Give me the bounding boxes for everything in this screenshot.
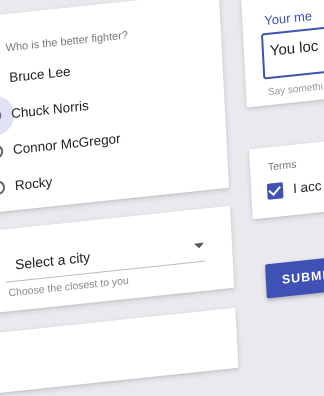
radio-label: Chuck Norris [10,97,90,122]
radio-circle-icon[interactable] [0,143,4,160]
check-icon [268,182,281,197]
submit-button[interactable]: SUBMIT [265,253,324,299]
radio-option-bruce-lee[interactable]: Bruce Lee [0,64,71,88]
bottom-card [0,307,239,394]
terms-label: Terms [267,158,297,174]
terms-text: I acc [292,178,322,197]
message-input-value: You loc [269,37,319,60]
radio-circle-icon[interactable] [0,107,2,124]
radio-option-rocky[interactable]: Rocky [0,174,53,196]
city-select[interactable]: Select a city [4,232,205,283]
radio-label: Bruce Lee [8,63,71,86]
radio-option-chuck-norris[interactable]: Chuck Norris [0,98,89,124]
submit-label: SUBMIT [281,267,324,287]
select-card: Select a city Choose the closest to you [0,205,235,314]
terms-checkbox[interactable] [266,182,284,200]
radio-question: Who is the better fighter? [5,29,129,55]
text-field-helper: Say somethi [267,81,324,99]
text-field-label: Your me [263,8,313,29]
city-select-value: Select a city [14,248,91,273]
radio-circle-icon[interactable] [0,179,6,196]
radio-label: Rocky [14,174,53,194]
radio-label: Connor McGregor [12,130,121,158]
radio-option-connor-mcgregor[interactable]: Connor McGregor [0,131,121,160]
radio-card: Who is the better fighter? Bruce Lee Chu… [0,0,230,214]
chevron-down-icon[interactable] [193,242,205,249]
text-field-card: Your me You loc Say somethi [241,0,324,108]
message-input[interactable]: You loc [260,19,324,80]
terms-card: Terms I acc [249,136,324,220]
form-stage: Who is the better fighter? Bruce Lee Chu… [0,0,324,396]
